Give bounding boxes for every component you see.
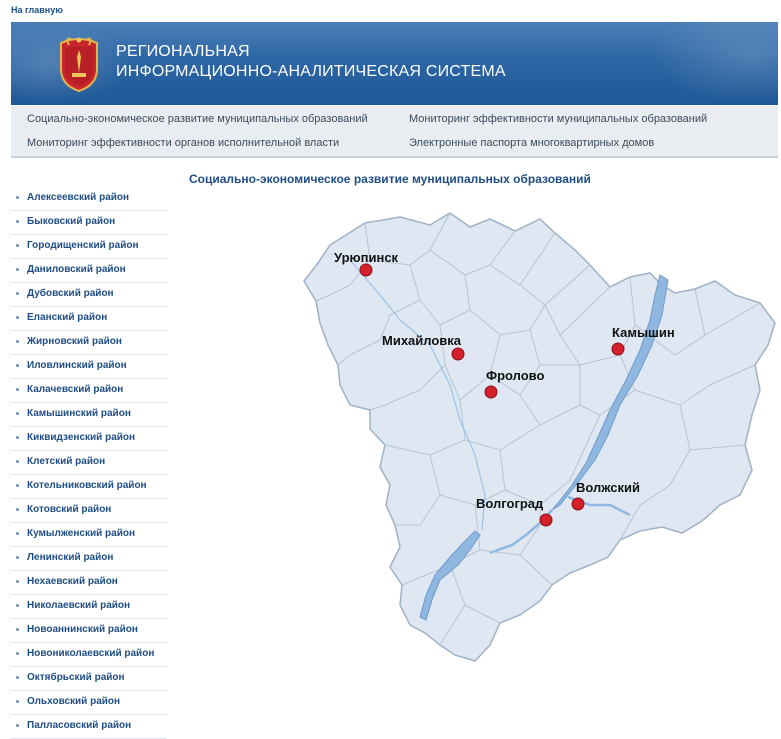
district-item[interactable]: Иловлинский район: [11, 355, 166, 379]
top-navigation: Социально-экономическое развитие муницип…: [11, 106, 778, 158]
bullet-icon: [16, 364, 19, 367]
coat-of-arms-icon: [60, 37, 98, 93]
header-banner: РЕГИОНАЛЬНАЯ ИНФОРМАЦИОННО-АНАЛИТИЧЕСКАЯ…: [11, 22, 778, 105]
district-item[interactable]: Быковский район: [11, 211, 166, 235]
district-label[interactable]: Котельниковский район: [27, 480, 147, 491]
district-label[interactable]: Жирновский район: [27, 336, 122, 347]
district-item[interactable]: Даниловский район: [11, 259, 166, 283]
district-item[interactable]: Палласовский район: [11, 715, 166, 739]
bullet-icon: [16, 436, 19, 439]
district-label[interactable]: Октябрьский район: [27, 672, 125, 683]
district-label[interactable]: Камышинский район: [27, 408, 131, 419]
district-item[interactable]: Камышинский район: [11, 403, 166, 427]
bullet-icon: [16, 484, 19, 487]
district-label[interactable]: Новоаннинский район: [27, 624, 138, 635]
city-label-mikhaylovka[interactable]: Михайловка: [382, 333, 462, 348]
district-item[interactable]: Городищенский район: [11, 235, 166, 259]
district-label[interactable]: Алексеевский район: [27, 192, 129, 203]
district-item[interactable]: Жирновский район: [11, 331, 166, 355]
district-label[interactable]: Калачевский район: [27, 384, 123, 395]
district-label[interactable]: Быковский район: [27, 216, 115, 227]
city-label-volzhsky[interactable]: Волжский: [576, 480, 640, 495]
bullet-icon: [16, 220, 19, 223]
city-marker-icon[interactable]: [571, 497, 585, 511]
city-marker-icon[interactable]: [611, 342, 625, 356]
district-item[interactable]: Нехаевский район: [11, 571, 166, 595]
district-label[interactable]: Киквидзенский район: [27, 432, 135, 443]
bullet-icon: [16, 460, 19, 463]
district-label[interactable]: Николаевский район: [27, 600, 130, 611]
region-shape[interactable]: [303, 212, 776, 662]
banner-ornament-right: [648, 22, 778, 105]
bullet-icon: [16, 604, 19, 607]
district-label[interactable]: Кумылженский район: [27, 528, 135, 539]
bullet-icon: [16, 292, 19, 295]
district-label[interactable]: Еланский район: [27, 312, 107, 323]
bullet-icon: [16, 388, 19, 391]
district-label[interactable]: Палласовский район: [27, 720, 131, 731]
district-item[interactable]: Ленинский район: [11, 547, 166, 571]
bullet-icon: [16, 244, 19, 247]
district-item[interactable]: Клетский район: [11, 451, 166, 475]
district-item[interactable]: Калачевский район: [11, 379, 166, 403]
district-label[interactable]: Нехаевский район: [27, 576, 118, 587]
city-marker-icon[interactable]: [539, 513, 553, 527]
city-marker-icon[interactable]: [359, 263, 373, 277]
region-map[interactable]: Урюпинск Михайловка Фролово Камышин Волж…: [290, 205, 780, 670]
district-item[interactable]: Котельниковский район: [11, 475, 166, 499]
bullet-icon: [16, 628, 19, 631]
city-label-frolovo[interactable]: Фролово: [486, 368, 545, 383]
nav-building-passports[interactable]: Электронные паспорта многоквартирных дом…: [409, 137, 654, 149]
system-title-line1: РЕГИОНАЛЬНАЯ: [116, 43, 250, 60]
city-marker-icon[interactable]: [451, 347, 465, 361]
bullet-icon: [16, 676, 19, 679]
system-title-line2: ИНФОРМАЦИОННО-АНАЛИТИЧЕСКАЯ СИСТЕМА: [116, 63, 506, 80]
nav-executive-monitoring[interactable]: Мониторинг эффективности органов исполни…: [27, 137, 339, 149]
district-label[interactable]: Дубовский район: [27, 288, 114, 299]
bullet-icon: [16, 556, 19, 559]
district-item[interactable]: Кумылженский район: [11, 523, 166, 547]
nav-municipal-monitoring[interactable]: Мониторинг эффективности муниципальных о…: [409, 113, 707, 125]
district-label[interactable]: Иловлинский район: [27, 360, 127, 371]
bullet-icon: [16, 268, 19, 271]
district-item[interactable]: Киквидзенский район: [11, 427, 166, 451]
district-item[interactable]: Октябрьский район: [11, 667, 166, 691]
district-item[interactable]: Николаевский район: [11, 595, 166, 619]
city-marker-icon[interactable]: [484, 385, 498, 399]
district-label[interactable]: Клетский район: [27, 456, 105, 467]
bullet-icon: [16, 652, 19, 655]
district-item[interactable]: Котовский район: [11, 499, 166, 523]
district-item[interactable]: Дубовский район: [11, 283, 166, 307]
district-item[interactable]: Новоаннинский район: [11, 619, 166, 643]
bullet-icon: [16, 340, 19, 343]
district-label[interactable]: Ольховский район: [27, 696, 120, 707]
city-label-kamyshin[interactable]: Камышин: [612, 325, 675, 340]
district-item[interactable]: Алексеевский район: [11, 187, 166, 211]
bullet-icon: [16, 196, 19, 199]
bullet-icon: [16, 412, 19, 415]
district-item[interactable]: Новониколаевский район: [11, 643, 166, 667]
district-label[interactable]: Даниловский район: [27, 264, 126, 275]
nav-socio-economic[interactable]: Социально-экономическое развитие муницип…: [27, 113, 368, 125]
district-list: Алексеевский район Быковский район Город…: [11, 187, 166, 739]
bullet-icon: [16, 532, 19, 535]
city-label-uryupinsk[interactable]: Урюпинск: [334, 250, 399, 265]
bullet-icon: [16, 580, 19, 583]
bullet-icon: [16, 700, 19, 703]
home-link[interactable]: На главную: [11, 5, 63, 15]
district-item[interactable]: Ольховский район: [11, 691, 166, 715]
content-title: Социально-экономическое развитие муницип…: [189, 172, 591, 186]
system-title: РЕГИОНАЛЬНАЯ ИНФОРМАЦИОННО-АНАЛИТИЧЕСКАЯ…: [116, 42, 506, 82]
bullet-icon: [16, 316, 19, 319]
district-label[interactable]: Городищенский район: [27, 240, 139, 251]
district-item[interactable]: Еланский район: [11, 307, 166, 331]
district-label[interactable]: Котовский район: [27, 504, 111, 515]
district-label[interactable]: Ленинский район: [27, 552, 113, 563]
city-label-volgograd[interactable]: Волгоград: [476, 496, 544, 511]
bullet-icon: [16, 724, 19, 727]
district-label[interactable]: Новониколаевский район: [27, 648, 154, 659]
bullet-icon: [16, 508, 19, 511]
